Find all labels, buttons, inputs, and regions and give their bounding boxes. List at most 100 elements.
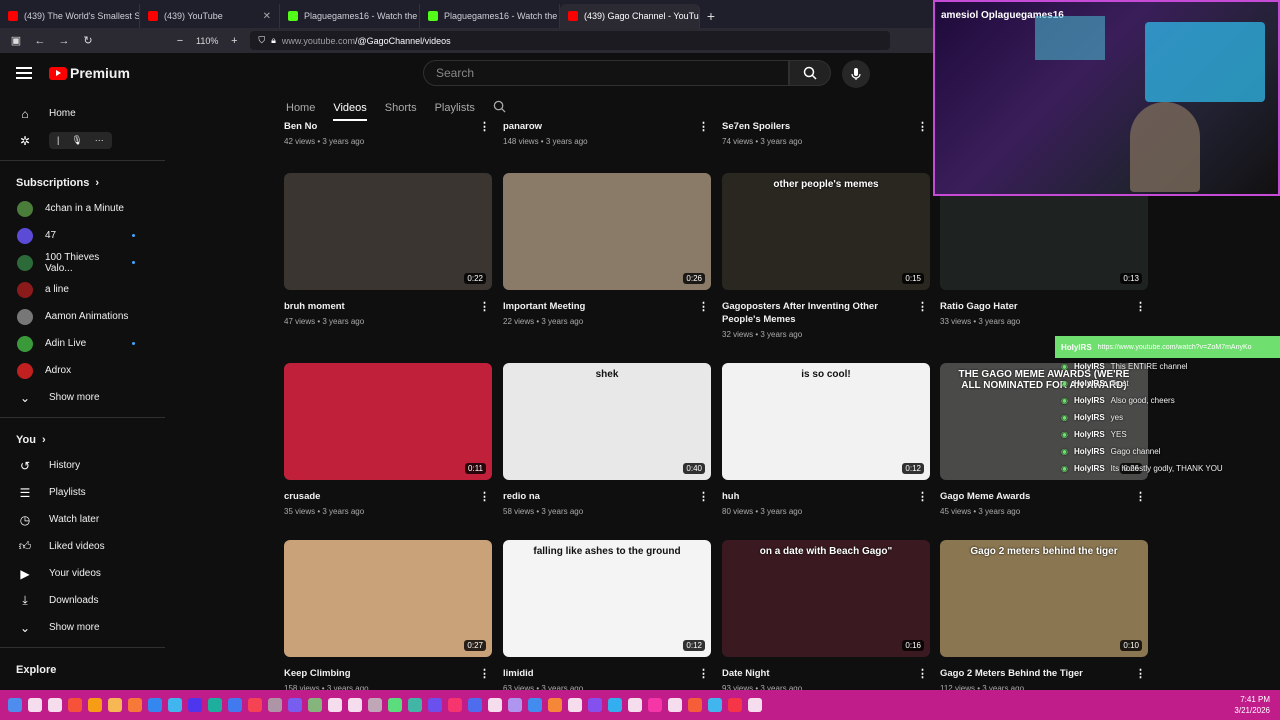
sidebar-item-home[interactable]: ⌂ Home (0, 100, 165, 127)
subscription-item[interactable]: 100 Thieves Valo... (0, 249, 165, 276)
search-button[interactable] (789, 60, 831, 86)
more-actions-icon[interactable]: ⋮ (917, 490, 928, 503)
taskbar-app-icon[interactable] (128, 698, 142, 712)
video-title[interactable]: Ratio Gago Hater (940, 300, 1148, 313)
sidebar-item-playlists[interactable]: ☰ Playlists (0, 479, 165, 506)
more-actions-icon[interactable]: ⋮ (479, 490, 490, 503)
video-card[interactable]: Ben No 42 views • 3 years ago ⋮ (284, 110, 492, 146)
sidebar-item-your-videos[interactable]: ▶ Your videos (0, 560, 165, 587)
more-actions-icon[interactable]: ⋮ (698, 667, 709, 680)
taskbar-app-icon[interactable] (708, 698, 722, 712)
subscription-item[interactable]: 4chan in a Minute (0, 195, 165, 222)
video-card[interactable]: panarow 148 views • 3 years ago ⋮ (503, 110, 711, 146)
taskbar-app-icon[interactable] (88, 698, 102, 712)
sidebar-item-shorts[interactable]: ✲ | 🎙︎ ··· (0, 127, 165, 154)
taskbar-app-icon[interactable] (408, 698, 422, 712)
more-actions-icon[interactable]: ⋮ (1135, 300, 1146, 313)
taskbar-app-icon[interactable] (188, 698, 202, 712)
taskbar-app-icon[interactable] (368, 698, 382, 712)
more-icon[interactable]: ··· (95, 135, 104, 146)
video-title[interactable]: panarow (503, 120, 711, 133)
back-icon[interactable]: ← (32, 35, 48, 47)
taskbar-app-icon[interactable] (588, 698, 602, 712)
sidebar-item-watch-later[interactable]: ◷ Watch later (0, 506, 165, 533)
video-card[interactable]: Se7en Spoilers 74 views • 3 years ago ⋮ (722, 110, 930, 146)
zoom-out-icon[interactable]: − (172, 35, 188, 47)
taskbar-app-icon[interactable] (528, 698, 542, 712)
caret-icon[interactable]: | (57, 135, 59, 146)
video-title[interactable]: crusade (284, 490, 492, 503)
shield-icon[interactable]: ⛉ (258, 35, 265, 46)
more-actions-icon[interactable]: ⋮ (698, 300, 709, 313)
taskbar-app-icon[interactable] (608, 698, 622, 712)
browser-tab[interactable]: (439) Gago Channel - YouTube✕ (560, 4, 700, 28)
reload-icon[interactable]: ↻ (80, 34, 96, 47)
url-bar[interactable]: ⛉ 🔒︎ www.youtube.com/@GagoChannel/videos (250, 31, 891, 50)
taskbar-app-icon[interactable] (248, 698, 262, 712)
sidebar-item-liked-videos[interactable]: 👍︎ Liked videos (0, 533, 165, 560)
video-thumbnail[interactable]: on a date with Beach Gago" 0:16 (722, 540, 930, 657)
taskbar-app-icon[interactable] (548, 698, 562, 712)
video-thumbnail[interactable]: 0:22 (284, 173, 492, 290)
video-card[interactable]: 0:11 crusade 35 views • 3 years ago ⋮ (284, 363, 492, 516)
show-more-button-2[interactable]: ⌄ Show more (0, 614, 165, 641)
video-title[interactable]: limidid (503, 667, 711, 680)
video-card[interactable]: on a date with Beach Gago" 0:16 Date Night… (722, 540, 930, 693)
more-actions-icon[interactable]: ⋮ (479, 300, 490, 313)
voice-search-button[interactable] (842, 60, 870, 88)
more-actions-icon[interactable]: ⋮ (479, 120, 490, 133)
subscription-item[interactable]: Adin Live (0, 330, 165, 357)
taskbar-app-icon[interactable] (468, 698, 482, 712)
video-title[interactable]: Ben No (284, 120, 492, 133)
more-actions-icon[interactable]: ⋮ (1135, 490, 1146, 503)
taskbar-app-icon[interactable] (328, 698, 342, 712)
video-card[interactable]: shek 0:40 redio na 58 views • 3 years ago ⋮ (503, 363, 711, 516)
more-actions-icon[interactable]: ⋮ (917, 300, 928, 313)
video-title[interactable]: Gago 2 Meters Behind the Tiger (940, 667, 1148, 680)
taskbar-app-icon[interactable] (488, 698, 502, 712)
youtube-logo[interactable]: Premium (49, 65, 130, 81)
search-input[interactable]: Search (423, 60, 789, 86)
video-title[interactable]: redio na (503, 490, 711, 503)
subscription-item[interactable]: Aamon Animations (0, 303, 165, 330)
video-thumbnail[interactable]: other people's memes 0:15 (722, 173, 930, 290)
browser-tab[interactable]: (439) The World's Smallest Spo✕ (0, 4, 140, 28)
taskbar-clock[interactable]: 7:41 PM 3/21/2026 (1234, 694, 1270, 716)
new-tab-button[interactable]: + (700, 4, 722, 28)
you-header[interactable]: You › (0, 424, 165, 452)
video-thumbnail[interactable]: 0:27 (284, 540, 492, 657)
sidebar-toggle-icon[interactable]: ▣ (8, 34, 24, 47)
video-card[interactable]: other people's memes 0:15 Gagoposters Afte… (722, 173, 930, 339)
taskbar-app-icon[interactable] (348, 698, 362, 712)
more-actions-icon[interactable]: ⋮ (479, 667, 490, 680)
sidebar-item-history[interactable]: ↺ History (0, 452, 165, 479)
video-thumbnail[interactable]: falling like ashes to the ground 0:12 (503, 540, 711, 657)
video-thumbnail[interactable]: shek 0:40 (503, 363, 711, 480)
show-more-button[interactable]: ⌄ Show more (0, 384, 165, 411)
video-card[interactable]: 0:26 Important Meeting 22 views • 3 years … (503, 173, 711, 326)
video-title[interactable]: Gagoposters After Inventing Other People… (722, 300, 930, 326)
taskbar-app-icon[interactable] (148, 698, 162, 712)
video-thumbnail[interactable]: 0:11 (284, 363, 492, 480)
taskbar-app-icon[interactable] (508, 698, 522, 712)
video-card[interactable]: is so cool! 0:12 huh 80 views • 3 years ago… (722, 363, 930, 516)
taskbar-app-icon[interactable] (68, 698, 82, 712)
tab-close-icon[interactable]: ✕ (263, 11, 271, 22)
video-card[interactable]: 0:27 Keep Climbing 158 views • 3 years ago… (284, 540, 492, 693)
video-card[interactable]: Gago 2 meters behind the tiger 0:10 Gago 2… (940, 540, 1148, 693)
video-card[interactable]: 0:22 bruh moment 47 views • 3 years ago ⋮ (284, 173, 492, 326)
video-title[interactable]: huh (722, 490, 930, 503)
taskbar-app-icon[interactable] (628, 698, 642, 712)
lock-icon[interactable]: 🔒︎ (271, 35, 276, 46)
taskbar-app-icon[interactable] (448, 698, 462, 712)
zoom-level[interactable]: 110% (196, 36, 218, 46)
video-title[interactable]: Se7en Spoilers (722, 120, 930, 133)
taskbar-app-icon[interactable] (568, 698, 582, 712)
subscription-item[interactable]: a line (0, 276, 165, 303)
video-title[interactable]: Gago Meme Awards (940, 490, 1148, 503)
subscription-item[interactable]: 47 (0, 222, 165, 249)
sidebar-item-downloads[interactable]: ⤓ Downloads (0, 587, 165, 614)
taskbar-app-icon[interactable] (208, 698, 222, 712)
more-actions-icon[interactable]: ⋮ (917, 667, 928, 680)
video-title[interactable]: Date Night (722, 667, 930, 680)
